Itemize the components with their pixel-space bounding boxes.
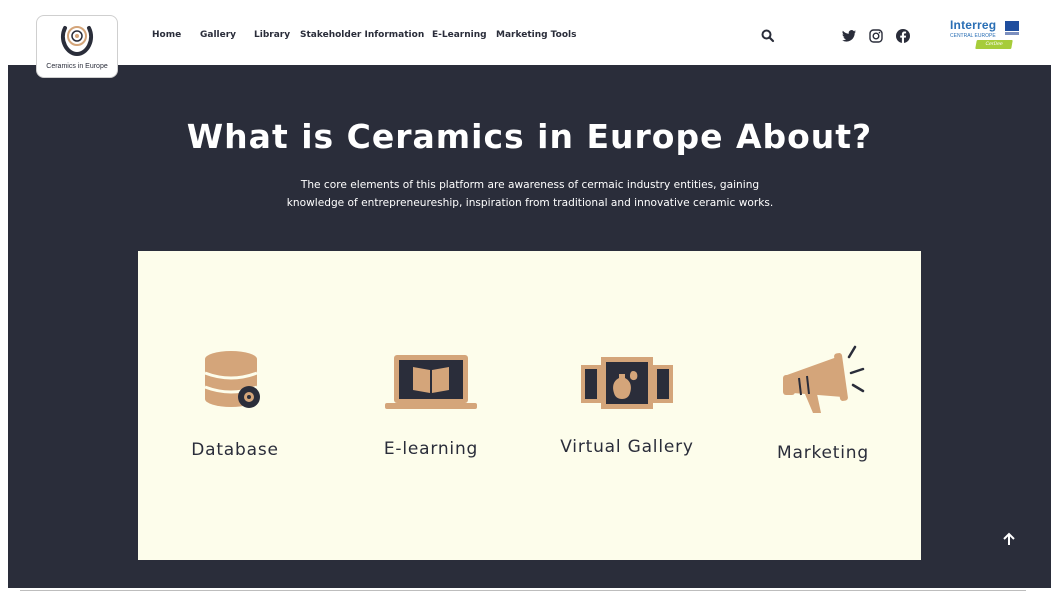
- feature-label-database: Database: [191, 440, 279, 460]
- site-header: Ceramics in Europe Home Gallery Library …: [0, 0, 1051, 78]
- logo-text: Ceramics in Europe: [46, 63, 108, 70]
- feature-marketing[interactable]: Marketing: [733, 345, 913, 469]
- feature-database[interactable]: Database: [145, 349, 325, 469]
- interreg-region: CENTRAL EUROPE: [950, 33, 996, 39]
- feature-e-learning[interactable]: E-learning: [341, 355, 521, 469]
- nav-gallery[interactable]: Gallery: [200, 30, 236, 44]
- megaphone-icon: [783, 345, 865, 413]
- instagram-icon[interactable]: [868, 28, 884, 44]
- eu-flag-icon: [1005, 21, 1019, 31]
- feature-label-e-learning: E-learning: [383, 439, 479, 459]
- twitter-icon[interactable]: [841, 28, 857, 44]
- about-description: The core elements of this platform are a…: [286, 179, 774, 209]
- feature-label-virtual-gallery: Virtual Gallery: [560, 437, 694, 457]
- interreg-logo[interactable]: Interreg CENTRAL EUROPE CerDee: [948, 18, 1022, 52]
- page-divider: [20, 590, 1026, 591]
- nav-marketing-tools[interactable]: Marketing Tools: [496, 30, 576, 44]
- interreg-wordmark: Interreg: [950, 18, 997, 32]
- eu-flag-stripe: [1005, 32, 1019, 35]
- laptop-book-icon: [385, 355, 477, 409]
- arrow-up-icon: [1003, 532, 1015, 545]
- site-logo[interactable]: Ceramics in Europe: [36, 15, 118, 78]
- search-icon[interactable]: [760, 28, 776, 44]
- nav-library[interactable]: Library: [254, 30, 290, 44]
- project-badge: CerDee: [975, 40, 1013, 49]
- ceramics-logo-icon: [60, 26, 94, 57]
- nav-stakeholder-information[interactable]: Stakeholder Information: [300, 30, 424, 44]
- feature-virtual-gallery[interactable]: Virtual Gallery: [537, 357, 717, 469]
- nav-e-learning[interactable]: E-Learning: [432, 30, 487, 44]
- gallery-frames-icon: [581, 357, 673, 409]
- scroll-to-top-button[interactable]: [1000, 530, 1018, 548]
- feature-label-marketing: Marketing: [777, 443, 869, 463]
- features-panel: Database E-learning Virtual Gallery Mark…: [138, 251, 921, 560]
- nav-home[interactable]: Home: [152, 30, 181, 44]
- page-title: What is Ceramics in Europe About?: [186, 117, 873, 156]
- database-icon: [204, 351, 260, 408]
- facebook-icon[interactable]: [895, 28, 911, 44]
